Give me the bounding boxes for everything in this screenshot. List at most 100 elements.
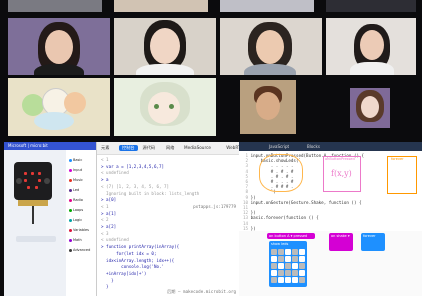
button-a[interactable]: [16, 178, 22, 184]
led-cell[interactable]: [285, 249, 291, 255]
console-line: idx<inArray.length; idx++){: [101, 257, 175, 263]
led-cell[interactable]: [292, 263, 298, 269]
shared-screen: Microsoft | micro:bit Basic Input Music Led…: [0, 142, 422, 296]
led-cell[interactable]: [271, 277, 277, 283]
category-color-dot: [69, 209, 72, 212]
led-cell[interactable]: [292, 249, 298, 255]
editor-tabs: JavaScript Blocks: [239, 142, 422, 151]
category-color-dot: [69, 249, 72, 252]
blocks-workspace[interactable]: on button A ▾ pressed show leds on shake…: [239, 231, 422, 296]
makecode-header: Microsoft | micro:bit: [4, 142, 96, 150]
participant-avatar-anime[interactable]: [114, 78, 216, 136]
participant-video-girl-1[interactable]: [8, 18, 110, 75]
participant-avatar-girl-drawing[interactable]: [350, 88, 390, 128]
participant-video-2[interactable]: [220, 0, 314, 12]
led-cell[interactable]: [299, 249, 305, 255]
show-leds-block[interactable]: show leds: [269, 241, 307, 287]
led-cell[interactable]: [299, 256, 305, 262]
led-cell[interactable]: [278, 270, 284, 276]
led-cell[interactable]: [292, 277, 298, 283]
editor-line: 10 input.onGesture(Gesture.Shake, functi…: [243, 199, 362, 205]
toolbox-category-music[interactable]: Music: [68, 176, 94, 185]
led-cell[interactable]: [299, 277, 305, 283]
forever-block[interactable]: forever: [361, 233, 385, 251]
devtools-tab-2[interactable]: 源代码: [143, 145, 156, 151]
annotation-box-yellow: [259, 154, 303, 192]
participant-video-girl-4[interactable]: [326, 18, 416, 75]
category-color-dot: [69, 169, 72, 172]
led-cell[interactable]: [292, 256, 298, 262]
led-cell[interactable]: [271, 270, 277, 276]
toolbox-category-variables[interactable]: Variables: [68, 226, 94, 235]
category-color-dot: [69, 179, 72, 182]
annotation-label-2: forever: [391, 157, 404, 161]
toolbox-category-math[interactable]: Math: [68, 236, 94, 245]
participant-avatar-sumikko[interactable]: [8, 78, 110, 136]
console-line: > function printArray(inArray){: [101, 244, 180, 250]
toolbox-category-led[interactable]: Led: [68, 186, 94, 195]
led-cell[interactable]: [278, 256, 284, 262]
console-line: Ignoring built in block: lists_length: [101, 190, 200, 196]
console-line: < undefined: [101, 237, 129, 243]
on-button-pressed-block[interactable]: on button A ▾ pressed: [267, 233, 315, 239]
console-line: }: [101, 277, 114, 283]
led-cell[interactable]: [292, 270, 298, 276]
console-line: < 1: [101, 203, 109, 209]
console-output[interactable]: pxtapps.js:179779 后期 — makecode.microbit…: [97, 155, 240, 296]
toolbox-category-basic[interactable]: Basic: [68, 156, 94, 165]
toolbox-category-loops[interactable]: Loops: [68, 206, 94, 215]
led-cell[interactable]: [271, 256, 277, 262]
devtools-tab-4[interactable]: MediaSource: [184, 145, 211, 150]
devtools-tab-0[interactable]: 元素: [101, 145, 109, 151]
microbit-board[interactable]: [14, 162, 52, 200]
console-line: > var a = [1,2,3,4,5,6,7]: [101, 163, 165, 169]
on-shake-block[interactable]: on shake ▾: [329, 233, 353, 251]
console-line: > a[0]: [101, 197, 117, 203]
console-line: > a[2]: [101, 224, 117, 229]
console-line: < 2: [101, 217, 109, 223]
annotation-label-1: onButtonPressed: [325, 157, 355, 161]
toolbox-category-logic[interactable]: Logic: [68, 216, 94, 225]
console-line: > a[1]: [101, 210, 117, 216]
toolbox-categories: Basic Input Music Led Radio Loops Logic Variabl…: [66, 150, 96, 296]
led-cell[interactable]: [271, 263, 277, 269]
annotation-formula: f(x,y): [331, 169, 352, 178]
toolbox-category-radio[interactable]: Radio: [68, 196, 94, 205]
led-cell[interactable]: [285, 256, 291, 262]
led-cell[interactable]: [278, 249, 284, 255]
console-source-link[interactable]: pxtapps.js:179779: [193, 204, 236, 209]
editor-line: 13 basic.forever(function () {: [243, 215, 319, 221]
console-line: > a: [101, 177, 109, 183]
led-cell[interactable]: [299, 263, 305, 269]
makecode-panel: Microsoft | micro:bit Basic Input Music Led…: [4, 142, 96, 296]
video-grid: [0, 0, 422, 144]
editor-tab-js[interactable]: JavaScript: [269, 144, 289, 149]
led-cell[interactable]: [278, 277, 284, 283]
led-cell[interactable]: [285, 277, 291, 283]
led-cell[interactable]: [285, 263, 291, 269]
devtools-tab-3[interactable]: 网络: [166, 145, 174, 151]
category-color-dot: [69, 189, 72, 192]
toolbox-category-input[interactable]: Input: [68, 166, 94, 175]
participant-video-1[interactable]: [114, 0, 208, 12]
participant-video-girl-3[interactable]: [220, 18, 322, 75]
participant-video-0[interactable]: [8, 0, 102, 12]
led-cell[interactable]: [271, 249, 277, 255]
microbit-simulator[interactable]: [4, 150, 66, 296]
console-line: }: [101, 284, 109, 290]
editor-tab-blocks[interactable]: Blocks: [307, 144, 320, 149]
led-cell[interactable]: [285, 270, 291, 276]
led-cell[interactable]: [299, 270, 305, 276]
participant-video-3[interactable]: [326, 0, 416, 12]
code-editor-panel: JavaScript Blocks 1 input.onButtonPresse…: [239, 142, 422, 296]
console-line: < 3: [101, 230, 109, 236]
devtools-tab-1[interactable]: 控制台: [119, 145, 138, 151]
participant-video-boy[interactable]: [240, 80, 296, 134]
toolbox-category-advanced[interactable]: Advanced: [68, 246, 94, 255]
button-b[interactable]: [44, 178, 50, 184]
led-cell[interactable]: [278, 263, 284, 269]
console-line: for(let idx = 0;: [101, 250, 157, 256]
participant-video-girl-2[interactable]: [114, 18, 216, 75]
console-line: +inArray[idx]+'): [101, 270, 147, 276]
led-matrix[interactable]: [271, 249, 305, 283]
